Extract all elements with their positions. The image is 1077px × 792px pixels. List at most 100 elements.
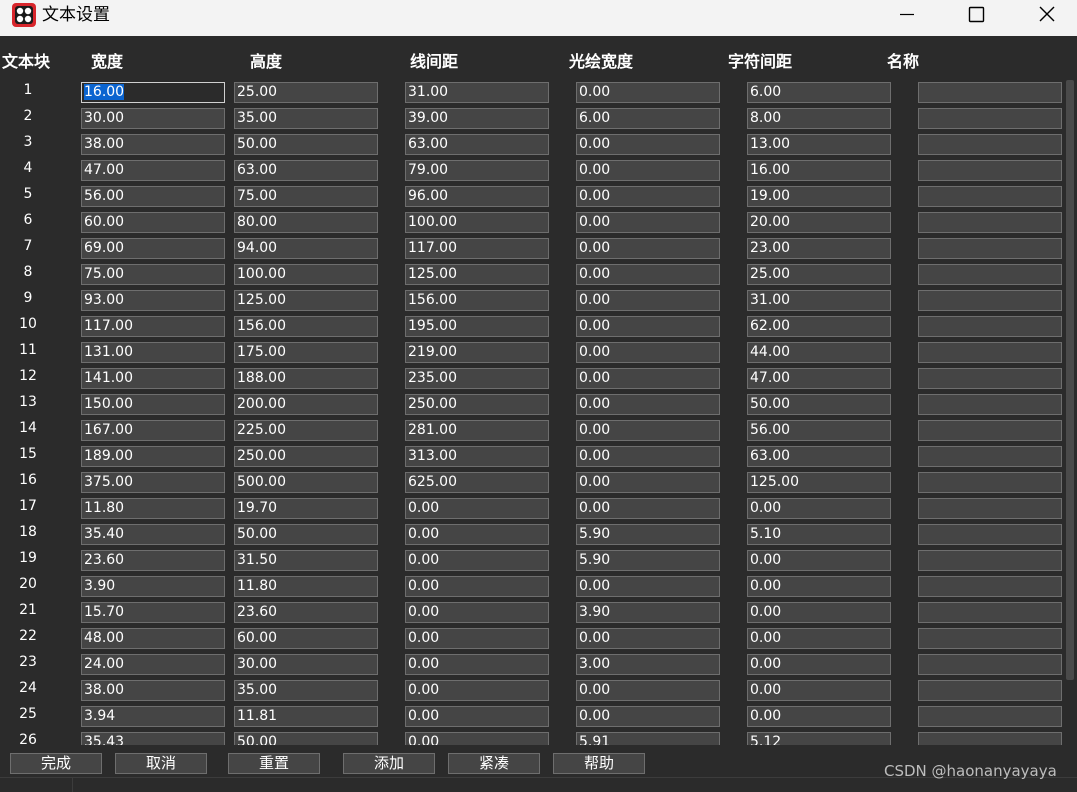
char-spacing-input[interactable]: 44.00 <box>747 342 891 363</box>
name-input[interactable] <box>918 706 1062 727</box>
name-input[interactable] <box>918 186 1062 207</box>
char-spacing-input[interactable]: 13.00 <box>747 134 891 155</box>
aperture-width-input[interactable]: 3.00 <box>576 654 720 675</box>
line-spacing-input[interactable]: 313.00 <box>405 446 549 467</box>
aperture-width-input[interactable]: 0.00 <box>576 394 720 415</box>
width-input[interactable]: 47.00 <box>81 160 225 181</box>
char-spacing-input[interactable]: 5.10 <box>747 524 891 545</box>
aperture-width-input[interactable]: 0.00 <box>576 446 720 467</box>
aperture-width-input[interactable]: 0.00 <box>576 238 720 259</box>
name-input[interactable] <box>918 212 1062 233</box>
name-input[interactable] <box>918 654 1062 675</box>
name-input[interactable] <box>918 264 1062 285</box>
width-input[interactable]: 131.00 <box>81 342 225 363</box>
aperture-width-input[interactable]: 0.00 <box>576 706 720 727</box>
line-spacing-input[interactable]: 31.00 <box>405 82 549 103</box>
line-spacing-input[interactable]: 96.00 <box>405 186 549 207</box>
char-spacing-input[interactable]: 63.00 <box>747 446 891 467</box>
char-spacing-input[interactable]: 16.00 <box>747 160 891 181</box>
aperture-width-input[interactable]: 3.90 <box>576 602 720 623</box>
name-input[interactable] <box>918 342 1062 363</box>
height-input[interactable]: 19.70 <box>234 498 378 519</box>
height-input[interactable]: 188.00 <box>234 368 378 389</box>
name-input[interactable] <box>918 134 1062 155</box>
line-spacing-input[interactable]: 39.00 <box>405 108 549 129</box>
height-input[interactable]: 23.60 <box>234 602 378 623</box>
height-input[interactable]: 30.00 <box>234 654 378 675</box>
done-button[interactable]: 完成 <box>10 753 102 774</box>
line-spacing-input[interactable]: 79.00 <box>405 160 549 181</box>
line-spacing-input[interactable]: 625.00 <box>405 472 549 493</box>
height-input[interactable]: 80.00 <box>234 212 378 233</box>
char-spacing-input[interactable]: 0.00 <box>747 706 891 727</box>
height-input[interactable]: 25.00 <box>234 82 378 103</box>
width-input[interactable]: 38.00 <box>81 134 225 155</box>
name-input[interactable] <box>918 602 1062 623</box>
line-spacing-input[interactable]: 0.00 <box>405 628 549 649</box>
line-spacing-input[interactable]: 219.00 <box>405 342 549 363</box>
width-input[interactable]: 117.00 <box>81 316 225 337</box>
line-spacing-input[interactable]: 195.00 <box>405 316 549 337</box>
char-spacing-input[interactable]: 5.12 <box>747 732 891 745</box>
aperture-width-input[interactable]: 0.00 <box>576 628 720 649</box>
width-input[interactable]: 141.00 <box>81 368 225 389</box>
name-input[interactable] <box>918 238 1062 259</box>
height-input[interactable]: 94.00 <box>234 238 378 259</box>
height-input[interactable]: 11.80 <box>234 576 378 597</box>
char-spacing-input[interactable]: 0.00 <box>747 602 891 623</box>
name-input[interactable] <box>918 160 1062 181</box>
char-spacing-input[interactable]: 50.00 <box>747 394 891 415</box>
aperture-width-input[interactable]: 6.00 <box>576 108 720 129</box>
height-input[interactable]: 100.00 <box>234 264 378 285</box>
char-spacing-input[interactable]: 6.00 <box>747 82 891 103</box>
line-spacing-input[interactable]: 117.00 <box>405 238 549 259</box>
name-input[interactable] <box>918 420 1062 441</box>
width-input[interactable]: 23.60 <box>81 550 225 571</box>
width-input[interactable]: 150.00 <box>81 394 225 415</box>
height-input[interactable]: 50.00 <box>234 524 378 545</box>
height-input[interactable]: 225.00 <box>234 420 378 441</box>
name-input[interactable] <box>918 498 1062 519</box>
height-input[interactable]: 63.00 <box>234 160 378 181</box>
line-spacing-input[interactable]: 0.00 <box>405 524 549 545</box>
width-input[interactable]: 93.00 <box>81 290 225 311</box>
name-input[interactable] <box>918 316 1062 337</box>
vertical-scrollbar[interactable] <box>1066 80 1074 680</box>
width-input[interactable]: 375.00 <box>81 472 225 493</box>
line-spacing-input[interactable]: 0.00 <box>405 550 549 571</box>
width-input[interactable]: 16.00 <box>81 82 225 103</box>
line-spacing-input[interactable]: 281.00 <box>405 420 549 441</box>
char-spacing-input[interactable]: 8.00 <box>747 108 891 129</box>
height-input[interactable]: 75.00 <box>234 186 378 207</box>
aperture-width-input[interactable]: 0.00 <box>576 498 720 519</box>
char-spacing-input[interactable]: 0.00 <box>747 628 891 649</box>
aperture-width-input[interactable]: 5.90 <box>576 524 720 545</box>
height-input[interactable]: 60.00 <box>234 628 378 649</box>
width-input[interactable]: 3.90 <box>81 576 225 597</box>
aperture-width-input[interactable]: 0.00 <box>576 342 720 363</box>
width-input[interactable]: 15.70 <box>81 602 225 623</box>
width-input[interactable]: 35.40 <box>81 524 225 545</box>
width-input[interactable]: 38.00 <box>81 680 225 701</box>
width-input[interactable]: 60.00 <box>81 212 225 233</box>
aperture-width-input[interactable]: 0.00 <box>576 186 720 207</box>
name-input[interactable] <box>918 368 1062 389</box>
name-input[interactable] <box>918 576 1062 597</box>
height-input[interactable]: 35.00 <box>234 108 378 129</box>
char-spacing-input[interactable]: 19.00 <box>747 186 891 207</box>
cancel-button[interactable]: 取消 <box>115 753 207 774</box>
height-input[interactable]: 11.81 <box>234 706 378 727</box>
reset-button[interactable]: 重置 <box>228 753 320 774</box>
char-spacing-input[interactable]: 20.00 <box>747 212 891 233</box>
line-spacing-input[interactable]: 63.00 <box>405 134 549 155</box>
aperture-width-input[interactable]: 0.00 <box>576 576 720 597</box>
name-input[interactable] <box>918 732 1062 745</box>
line-spacing-input[interactable]: 0.00 <box>405 576 549 597</box>
width-input[interactable]: 24.00 <box>81 654 225 675</box>
char-spacing-input[interactable]: 0.00 <box>747 498 891 519</box>
name-input[interactable] <box>918 108 1062 129</box>
char-spacing-input[interactable]: 62.00 <box>747 316 891 337</box>
aperture-width-input[interactable]: 0.00 <box>576 82 720 103</box>
aperture-width-input[interactable]: 0.00 <box>576 290 720 311</box>
aperture-width-input[interactable]: 0.00 <box>576 368 720 389</box>
